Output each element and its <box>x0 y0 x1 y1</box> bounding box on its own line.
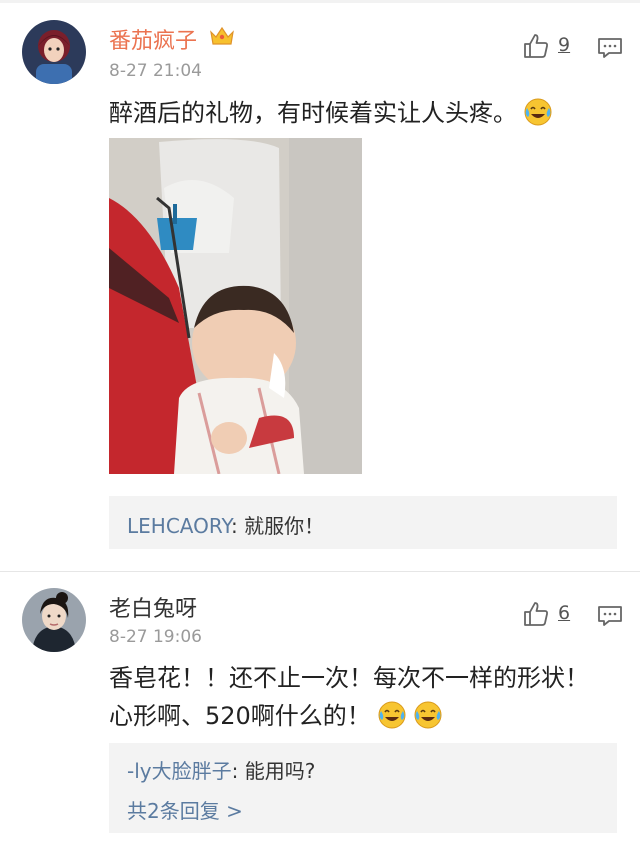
avatar[interactable] <box>22 588 86 652</box>
timestamp: 8-27 19:06 <box>109 627 202 647</box>
reply-line: -ly大脸胖子: 能用吗? <box>127 755 315 784</box>
comment-item: 老白兔呀 8-27 19:06 6 香皂花！！还不止一次！每次不一样的形状！心形… <box>0 572 640 863</box>
laugh-cry-emoji <box>414 701 442 729</box>
reply-username[interactable]: -ly大脸胖子 <box>127 759 232 783</box>
comment-photo[interactable] <box>109 138 362 474</box>
crown-icon <box>210 26 234 45</box>
reply-text: 就服你！ <box>244 514 325 538</box>
username[interactable]: 老白兔呀 <box>109 591 197 623</box>
comment-text-content: 醉酒后的礼物，有时候着实让人头疼。 <box>109 99 517 127</box>
like-count[interactable]: 6 <box>558 602 570 624</box>
like-count[interactable]: 9 <box>558 34 570 56</box>
laugh-cry-emoji <box>378 701 406 729</box>
view-more-replies-link[interactable]: 共2条回复 > <box>127 795 243 824</box>
reply-separator: : <box>231 759 245 783</box>
reply-preview[interactable]: LEHCAORY: 就服你！ <box>109 496 617 549</box>
reply-icon[interactable] <box>597 36 623 60</box>
reply-preview[interactable]: -ly大脸胖子: 能用吗? 共2条回复 > <box>109 743 617 833</box>
laugh-cry-emoji <box>524 98 552 126</box>
reply-line: LEHCAORY: 就服你！ <box>127 510 324 539</box>
like-icon[interactable] <box>522 32 550 60</box>
like-icon[interactable] <box>522 600 550 628</box>
reply-text: 能用吗? <box>244 759 316 783</box>
reply-separator: : <box>231 514 245 538</box>
comment-text: 醉酒后的礼物，有时候着实让人头疼。 <box>109 94 553 132</box>
username[interactable]: 番茄疯子 <box>109 23 197 55</box>
timestamp: 8-27 21:04 <box>109 61 202 81</box>
comment-text: 香皂花！！还不止一次！每次不一样的形状！心形啊、520啊什么的！ <box>109 659 589 735</box>
comment-text-content: 香皂花！！还不止一次！每次不一样的形状！心形啊、520啊什么的！ <box>109 664 589 730</box>
reply-icon[interactable] <box>597 604 623 628</box>
comment-item: 番茄疯子 8-27 21:04 9 醉酒后的礼物，有时候着实让人头疼。 LEHC… <box>0 0 640 572</box>
reply-username[interactable]: LEHCAORY <box>127 514 231 538</box>
avatar[interactable] <box>22 20 86 84</box>
